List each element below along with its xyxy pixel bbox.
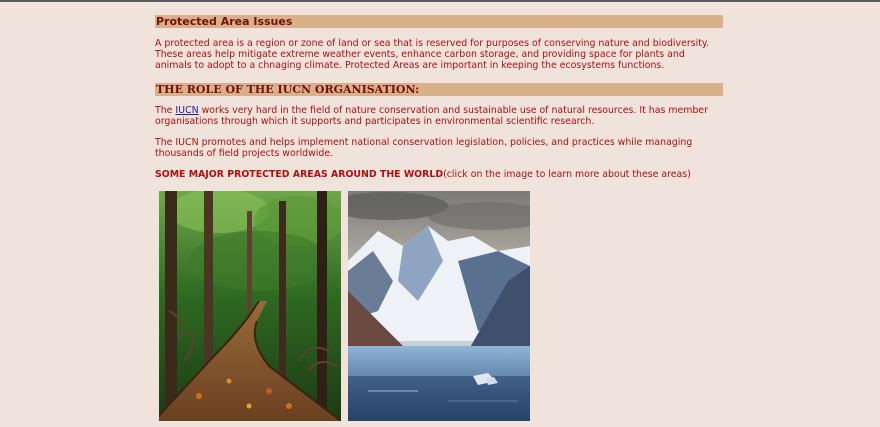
iucn-paragraph-1: The IUCN works very hard in the field of… xyxy=(155,105,723,128)
forest-boardwalk-image[interactable] xyxy=(159,191,341,421)
protected-areas-gallery xyxy=(159,191,534,422)
protected-area-paragraph: A protected area is a region or zone of … xyxy=(155,38,710,71)
iucn-p1-suffix: works very hard in the field of nature c… xyxy=(155,105,708,128)
iucn-p1-prefix: The xyxy=(155,105,176,117)
iucn-paragraph-2: The IUCN promotes and helps implement na… xyxy=(155,136,693,159)
iucn-link[interactable]: IUCN xyxy=(175,105,198,116)
main-content: Protected Area Issues A protected area i… xyxy=(155,15,723,180)
major-areas-title: SOME MAJOR PROTECTED AREAS AROUND THE WO… xyxy=(155,168,444,180)
iucn-role-heading: THE ROLE OF THE IUCN ORGANISATION: xyxy=(155,83,723,97)
fjord-glacier-image[interactable] xyxy=(348,191,530,421)
major-areas-note: (click on the image to learn more about … xyxy=(443,168,691,180)
protected-area-heading: Protected Area Issues xyxy=(155,15,723,28)
major-areas-heading: SOME MAJOR PROTECTED AREAS AROUND THE WO… xyxy=(155,168,723,181)
